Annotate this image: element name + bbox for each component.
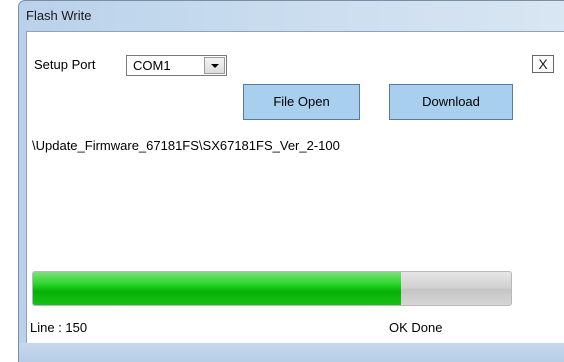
download-button[interactable]: Download	[389, 84, 513, 120]
close-button[interactable]: X	[532, 55, 554, 73]
file-open-button[interactable]: File Open	[243, 84, 360, 120]
status-message: OK Done	[389, 320, 443, 335]
progress-bar	[32, 271, 512, 306]
window-bottom-border	[19, 343, 564, 362]
title-bar[interactable]: Flash Write	[19, 1, 564, 31]
port-select[interactable]: COM1	[126, 55, 227, 76]
file-path-text: \Update_Firmware_67181FS\SX67181FS_Ver_2…	[32, 138, 340, 153]
flash-write-window: Flash Write Setup Port COM1 X File Open …	[18, 0, 564, 362]
progress-bar-fill	[33, 272, 402, 305]
port-select-value: COM1	[133, 58, 171, 73]
window-title: Flash Write	[26, 8, 92, 23]
line-count-text: Line : 150	[30, 320, 88, 335]
setup-port-label: Setup Port	[34, 57, 96, 72]
chevron-down-icon[interactable]	[204, 57, 225, 74]
dialog-client-area: Setup Port COM1 X File Open Download \Up…	[26, 31, 564, 343]
